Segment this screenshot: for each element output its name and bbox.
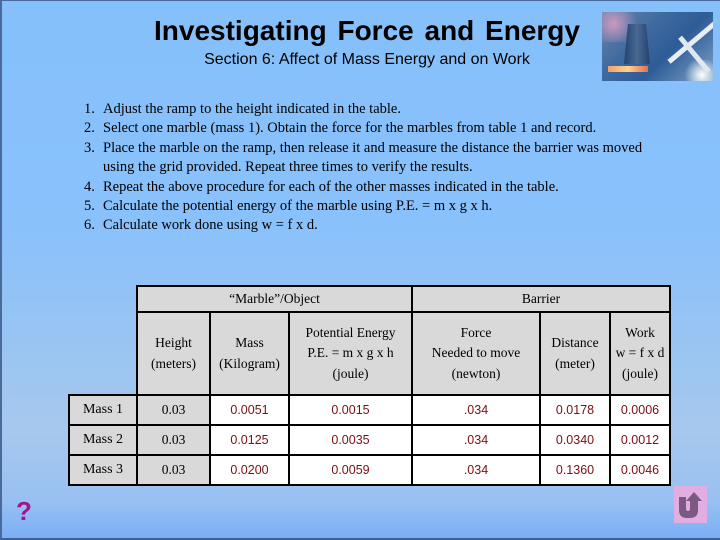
column-header-potential-energy: Potential Energy P.E. = m x g x h (joule) <box>288 311 413 396</box>
header-line: Potential Energy <box>305 324 396 340</box>
column-header-work: Work w = f x d (joule) <box>609 311 671 396</box>
help-button[interactable]: ? <box>16 496 32 527</box>
step-number: 6. <box>84 217 95 234</box>
cell-potential-energy: 0.0059 <box>288 454 413 486</box>
cell-force: .034 <box>411 394 541 426</box>
step-text: Place the marble on the ramp, then relea… <box>103 139 643 176</box>
instruction-item: 4. Repeat the above procedure for each of… <box>84 178 674 197</box>
row-label: Mass 1 <box>68 394 138 426</box>
header-line: (meters) <box>151 355 196 371</box>
cell-force: .034 <box>411 454 541 486</box>
column-header-mass: Mass (Kilogram) <box>209 311 290 396</box>
header-line: Needed to move <box>431 345 521 361</box>
header-line: Work <box>625 324 655 340</box>
header-line: (Kilogram) <box>219 355 280 371</box>
step-number: 5. <box>84 198 95 215</box>
header-line: w = f x d <box>615 345 665 361</box>
header-line: Mass <box>235 335 264 350</box>
step-text: Repeat the above procedure for each of t… <box>103 178 559 195</box>
cell-mass: 0.0200 <box>209 454 290 486</box>
cell-work: 0.0046 <box>609 454 671 486</box>
cell-potential-energy: 0.0035 <box>288 424 413 456</box>
column-header-height: Height (meters) <box>136 311 211 396</box>
table-row: Mass 1 0.03 0.0051 0.0015 .034 0.0178 0.… <box>68 394 671 426</box>
step-number: 2. <box>84 120 95 137</box>
row-label: Mass 2 <box>68 424 138 456</box>
header-line: (joule) <box>332 365 369 381</box>
instruction-item: 2. Select one marble (mass 1). Obtain the… <box>84 119 674 138</box>
plant-lights <box>608 66 648 72</box>
step-number: 4. <box>84 178 95 195</box>
cell-force: .034 <box>411 424 541 456</box>
cell-distance: 0.0178 <box>539 394 611 426</box>
instruction-item: 6. Calculate work done using w = f x d. <box>84 216 674 235</box>
cell-height: 0.03 <box>136 454 211 486</box>
cell-distance: 0.0340 <box>539 424 611 456</box>
step-text: Calculate the potential energy of the ma… <box>103 198 493 215</box>
header-line: (newton) <box>451 365 501 381</box>
table-row: Mass 3 0.03 0.0200 0.0059 .034 0.1360 0.… <box>68 454 671 486</box>
cell-work: 0.0006 <box>609 394 671 426</box>
header-line: (joule) <box>622 365 658 381</box>
cell-work: 0.0012 <box>609 424 671 456</box>
step-number: 3. <box>84 139 95 156</box>
header-line: P.E. = m x g x h <box>307 345 394 361</box>
group-header-barrier: Barrier <box>411 285 671 313</box>
empty-corner-cell <box>69 286 137 312</box>
table-row: Mass 2 0.03 0.0125 0.0035 .034 0.0340 0.… <box>68 424 671 456</box>
instruction-item: 3. Place the marble on the ramp, then rel… <box>84 139 674 178</box>
header-line: Height <box>155 335 192 350</box>
header-line: Force <box>460 324 492 340</box>
cell-potential-energy: 0.0015 <box>288 394 413 426</box>
wind-turbine-blade-icon <box>667 21 713 64</box>
cell-mass: 0.0051 <box>209 394 290 426</box>
cell-distance: 0.1360 <box>539 454 611 486</box>
step-number: 1. <box>84 101 95 117</box>
header-line: (meter) <box>555 355 595 371</box>
cell-height: 0.03 <box>136 394 211 426</box>
step-text: Calculate work done using w = f x d. <box>103 217 318 234</box>
table-group-header-row: “Marble”/Object Barrier <box>69 285 671 313</box>
back-button[interactable] <box>674 486 707 523</box>
step-text: Select one marble (mass 1). Obtain the f… <box>103 120 597 137</box>
group-header-marble: “Marble”/Object <box>136 285 413 313</box>
instruction-list: 1. Adjust the ramp to the height indicate… <box>84 100 674 236</box>
instruction-item: 1. Adjust the ramp to the height indicate… <box>84 100 674 119</box>
cell-mass: 0.0125 <box>209 424 290 456</box>
instruction-item: 5. Calculate the potential energy of the … <box>84 197 674 216</box>
results-table: “Marble”/Object Barrier Height (meters) M… <box>68 285 671 486</box>
header-line: Distance <box>551 335 599 350</box>
cooling-tower-icon <box>624 24 650 64</box>
energy-collage-image <box>602 12 713 81</box>
column-header-force: Force Needed to move (newton) <box>411 311 541 396</box>
row-label: Mass 3 <box>68 454 138 486</box>
table-column-header-row: Height (meters) Mass (Kilogram) Potential … <box>69 311 671 396</box>
cell-height: 0.03 <box>136 424 211 456</box>
column-header-distance: Distance (meter) <box>539 311 611 396</box>
step-text: Adjust the ramp to the height indicated … <box>103 101 401 117</box>
empty-corner-cell <box>69 312 137 395</box>
u-turn-arrow-icon <box>679 492 702 518</box>
